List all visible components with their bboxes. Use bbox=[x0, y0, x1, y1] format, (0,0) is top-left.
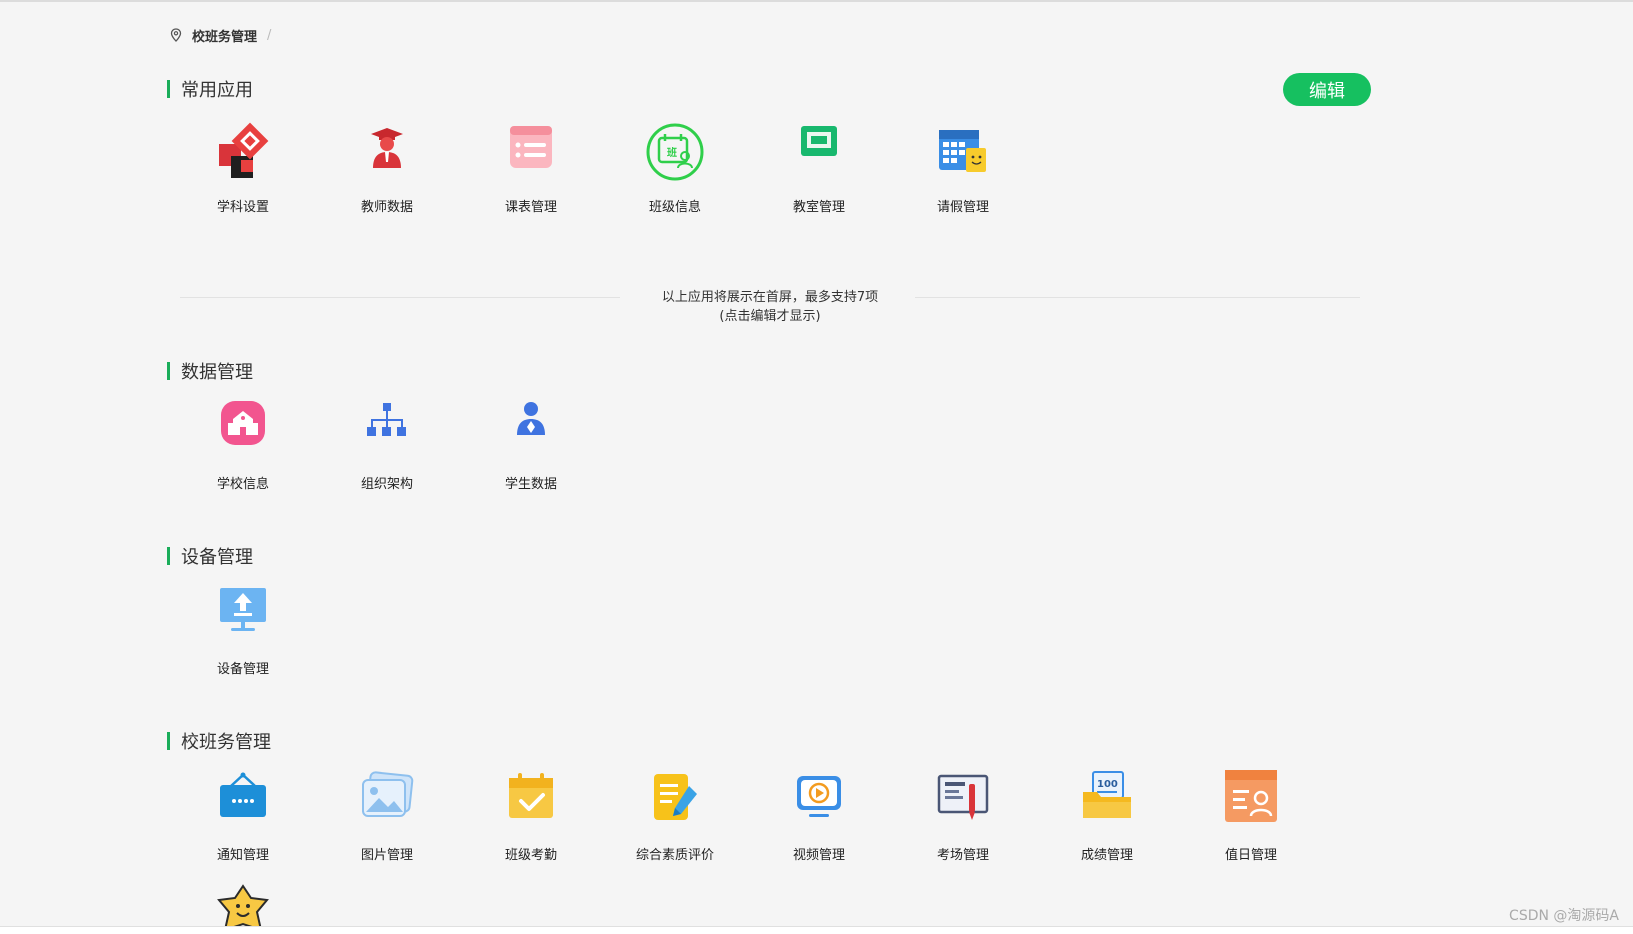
app-images[interactable]: 图片管理 bbox=[332, 770, 442, 880]
app-label: 学校信息 bbox=[216, 477, 269, 492]
watermark: CSDN @淘源码A bbox=[1509, 908, 1619, 924]
notice-board-icon bbox=[213, 770, 273, 830]
app-label: 综合素质评价 bbox=[635, 848, 714, 863]
section-title-text: 常用应用 bbox=[181, 80, 253, 101]
section-title-school: 校班务管理 bbox=[167, 729, 271, 753]
divider-note-line1: 以上应用将展示在首屏，最多支持7项 bbox=[661, 290, 879, 305]
classroom-icon bbox=[789, 122, 849, 182]
app-notice[interactable]: 通知管理 bbox=[188, 770, 298, 880]
class-info-icon: 班 bbox=[645, 122, 705, 182]
app-scores[interactable]: 100 成绩管理 bbox=[1052, 770, 1162, 880]
svg-text:100: 100 bbox=[1097, 779, 1118, 790]
teacher-data-icon bbox=[357, 122, 417, 182]
section-title-text: 设备管理 bbox=[181, 547, 253, 568]
top-border bbox=[0, 0, 1633, 2]
section-title-text: 校班务管理 bbox=[181, 732, 271, 753]
edit-button[interactable]: 编辑 bbox=[1283, 73, 1371, 106]
schedule-icon bbox=[501, 122, 561, 182]
image-icon bbox=[357, 770, 417, 830]
breadcrumb-separator: / bbox=[267, 27, 272, 43]
app-leave[interactable]: 请假管理 bbox=[908, 122, 1018, 232]
svg-text:班: 班 bbox=[667, 146, 677, 159]
section-accent-bar bbox=[167, 732, 170, 750]
app-evaluation[interactable]: 综合素质评价 bbox=[620, 770, 730, 880]
app-label: 设备管理 bbox=[216, 662, 269, 677]
app-video[interactable]: 视频管理 bbox=[764, 770, 874, 880]
breadcrumb-current[interactable]: 校班务管理 bbox=[192, 26, 257, 45]
subject-settings-icon bbox=[213, 122, 273, 182]
app-exam-room[interactable]: 考场管理 bbox=[908, 770, 1018, 880]
app-label: 教室管理 bbox=[792, 200, 845, 215]
divider-note: 以上应用将展示在首屏，最多支持7项 (点击编辑才显示) bbox=[620, 288, 920, 326]
video-icon bbox=[789, 770, 849, 830]
divider-line-left bbox=[180, 297, 620, 298]
app-label: 视频管理 bbox=[792, 848, 845, 863]
app-label: 班级信息 bbox=[648, 200, 701, 215]
app-org-chart[interactable]: 组织架构 bbox=[332, 399, 442, 509]
section-accent-bar bbox=[167, 80, 170, 98]
evaluation-icon bbox=[645, 770, 705, 830]
score-icon: 100 bbox=[1077, 770, 1137, 830]
app-teacher-data[interactable]: 教师数据 bbox=[332, 122, 442, 232]
app-label: 学科设置 bbox=[216, 200, 269, 215]
app-label: 成绩管理 bbox=[1080, 848, 1133, 863]
app-student-data[interactable]: 学生数据 bbox=[476, 399, 586, 509]
section-title-data: 数据管理 bbox=[167, 359, 253, 383]
app-duty[interactable]: 值日管理 bbox=[1196, 770, 1306, 880]
app-label: 通知管理 bbox=[216, 848, 269, 863]
app-class-info[interactable]: 班 班级信息 bbox=[620, 122, 730, 232]
divider-note-line2: (点击编辑才显示) bbox=[719, 309, 821, 324]
app-label: 课表管理 bbox=[504, 200, 557, 215]
app-label: 组织架构 bbox=[360, 477, 413, 492]
breadcrumb: 校班务管理 / bbox=[170, 25, 271, 45]
app-schedule[interactable]: 课表管理 bbox=[476, 122, 586, 232]
app-classroom[interactable]: 教室管理 bbox=[764, 122, 874, 232]
section-accent-bar bbox=[167, 547, 170, 565]
location-pin-icon bbox=[170, 28, 182, 42]
app-attendance[interactable]: 班级考勤 bbox=[476, 770, 586, 880]
duty-icon bbox=[1221, 770, 1281, 830]
app-device[interactable]: 设备管理 bbox=[188, 584, 298, 694]
app-label: 学生数据 bbox=[504, 477, 557, 492]
smiley-star-icon bbox=[213, 884, 273, 926]
app-label: 考场管理 bbox=[936, 848, 989, 863]
monitor-upload-icon bbox=[213, 584, 273, 644]
school-icon bbox=[213, 399, 273, 459]
app-label: 图片管理 bbox=[360, 848, 413, 863]
section-accent-bar bbox=[167, 362, 170, 380]
app-extra[interactable] bbox=[188, 884, 298, 926]
section-title-text: 数据管理 bbox=[181, 362, 253, 383]
divider-line-right bbox=[915, 297, 1360, 298]
exam-room-icon bbox=[933, 770, 993, 830]
app-subject-settings[interactable]: 学科设置 bbox=[188, 122, 298, 232]
app-label: 教师数据 bbox=[360, 200, 413, 215]
section-title-device: 设备管理 bbox=[167, 544, 253, 568]
org-chart-icon bbox=[357, 399, 417, 459]
app-school-info[interactable]: 学校信息 bbox=[188, 399, 298, 509]
app-label: 值日管理 bbox=[1224, 848, 1277, 863]
section-title-common: 常用应用 bbox=[167, 77, 253, 101]
leave-calendar-icon bbox=[933, 122, 993, 182]
app-label: 请假管理 bbox=[936, 200, 989, 215]
student-icon bbox=[501, 399, 561, 459]
app-label: 班级考勤 bbox=[504, 848, 557, 863]
attendance-icon bbox=[501, 770, 561, 830]
